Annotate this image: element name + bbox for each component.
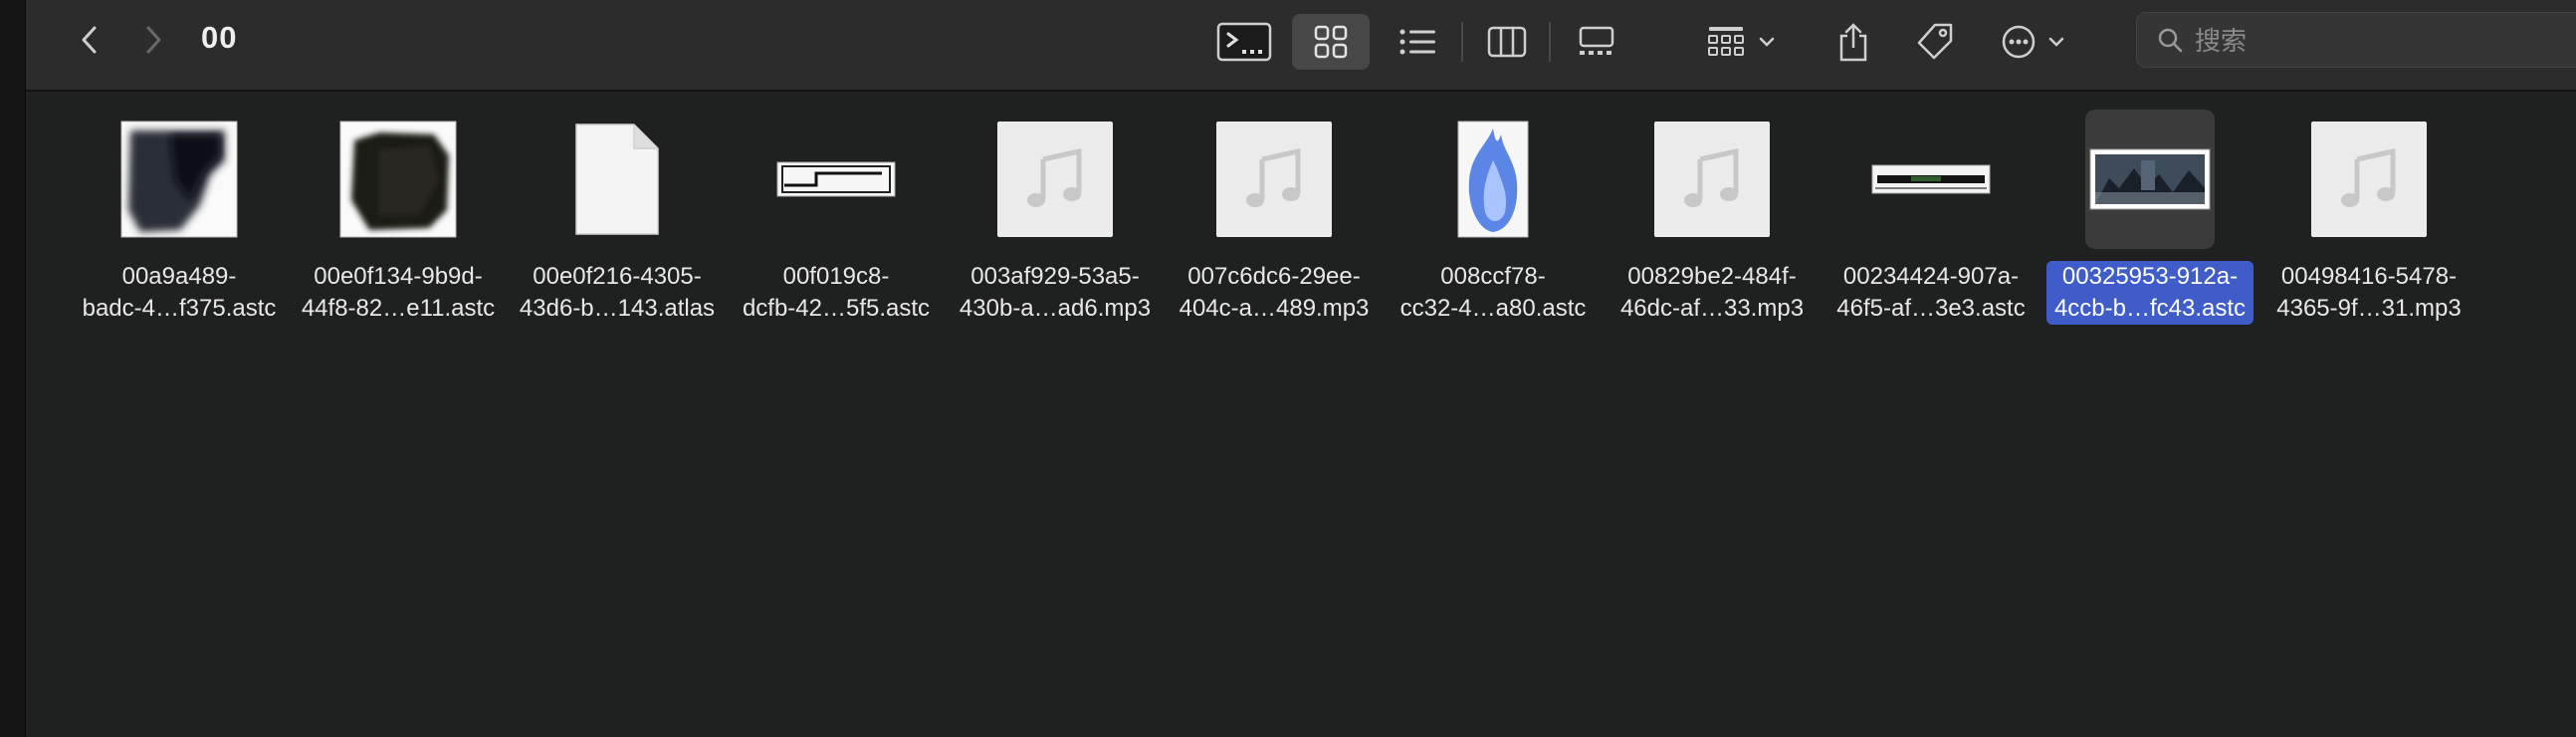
tags-button[interactable] [1907,14,1963,70]
sidebar-edge [0,0,26,737]
file-thumbnail [1866,110,1996,249]
file-name: 00498416-5478- 4365-9f…31.mp3 [2276,263,2462,322]
music-note-icon [2341,147,2396,207]
search-field[interactable] [2136,12,2576,68]
file-thumbnail [552,110,682,249]
list-view-button[interactable] [1386,14,1449,70]
column-view-button[interactable] [1475,14,1539,70]
file-item[interactable]: 008ccf78- cc32-4…a80.astc [1384,110,1603,349]
file-name: 007c6dc6-29ee- 404c-a…489.mp3 [1179,263,1370,322]
file-name: 00829be2-484f- 46dc-af…33.mp3 [1619,263,1805,322]
file-thumbnail [990,110,1120,249]
toolbar-divider [1549,22,1551,62]
file-item[interactable]: 00f019c8- dcfb-42…5f5.astc [727,110,946,349]
share-button[interactable] [1825,14,1881,70]
file-thumbnail [1647,110,1777,249]
window-title: 00 [201,20,238,55]
back-button[interactable] [68,18,111,62]
file-item[interactable]: 00e0f134-9b9d- 44f8-82…e11.astc [289,110,508,349]
list-view-icon [1399,29,1435,55]
image-thumbnail-icon [776,161,896,197]
file-thumbnail [1428,110,1558,249]
image-thumbnail-icon [1457,121,1529,238]
grid-view-icon [1314,25,1348,59]
tag-icon [1917,23,1953,60]
file-item[interactable]: 00234424-907a- 46f5-af…3e3.astc [1822,110,2040,349]
file-name: 003af929-53a5- 430b-a…ad6.mp3 [959,263,1152,322]
file-item[interactable]: 00498416-5478- 4365-9f…31.mp3 [2259,110,2478,349]
file-item[interactable]: 00325953-912a- 4ccb-b…fc43.astc [2040,110,2259,349]
icon-view-button[interactable] [1292,14,1370,70]
document-icon [575,123,659,235]
file-name: 00f019c8- dcfb-42…5f5.astc [742,263,931,322]
group-icon [1708,27,1775,56]
image-thumbnail-icon [2089,148,2211,210]
chevron-left-icon [82,26,97,54]
file-thumbnail [333,110,463,249]
search-icon [2158,28,2183,53]
file-item[interactable]: 003af929-53a5- 430b-a…ad6.mp3 [946,110,1165,349]
file-name: 00e0f134-9b9d- 44f8-82…e11.astc [301,263,496,322]
file-item[interactable]: 00a9a489- badc-4…f375.astc [70,110,289,349]
music-note-icon [1684,147,1739,207]
file-item[interactable]: 00829be2-484f- 46dc-af…33.mp3 [1603,110,1822,349]
file-thumbnail [1209,110,1339,249]
finder-toolbar: 00 [26,0,2576,92]
image-thumbnail-icon [120,121,238,238]
group-by-button[interactable] [1698,14,1790,70]
gallery-view-icon [1579,26,1614,55]
file-name: 008ccf78- cc32-4…a80.astc [1399,263,1587,322]
music-note-icon [1246,147,1301,207]
file-name: 00a9a489- badc-4…f375.astc [82,263,277,322]
file-grid: 00a9a489- badc-4…f375.astc 00e0f134-9b9d-… [26,92,2576,737]
forward-button[interactable] [131,18,175,62]
file-item[interactable]: 00e0f216-4305- 43d6-b…143.atlas [508,110,727,349]
ellipsis-circle-icon [2002,25,2064,59]
share-icon [1839,23,1867,62]
image-thumbnail-icon [1871,164,1991,194]
audio-file-icon [997,122,1113,237]
terminal-icon [1216,22,1272,62]
terminal-button[interactable] [1212,14,1276,70]
file-thumbnail [114,110,244,249]
toolbar-divider [1461,22,1463,62]
file-thumbnail [2304,110,2434,249]
file-thumbnail [771,110,901,249]
file-name: 00e0f216-4305- 43d6-b…143.atlas [519,263,716,322]
column-view-icon [1487,26,1527,58]
image-thumbnail-icon [339,121,457,238]
music-note-icon [1027,147,1082,207]
file-thumbnail [2085,110,2215,249]
audio-file-icon [1654,122,1770,237]
audio-file-icon [1216,122,1332,237]
file-name: 00325953-912a- 4ccb-b…fc43.astc [2045,261,2254,325]
search-input[interactable] [2195,21,2576,61]
chevron-right-icon [146,26,161,54]
file-name: 00234424-907a- 46f5-af…3e3.astc [1836,263,2026,322]
file-item[interactable]: 007c6dc6-29ee- 404c-a…489.mp3 [1165,110,1384,349]
audio-file-icon [2311,122,2427,237]
gallery-view-button[interactable] [1565,14,1628,70]
more-actions-button[interactable] [1995,14,2078,70]
